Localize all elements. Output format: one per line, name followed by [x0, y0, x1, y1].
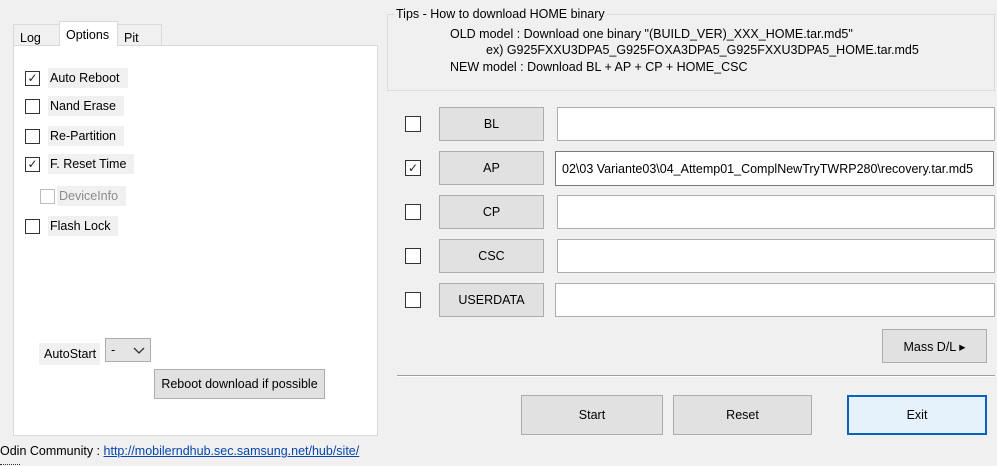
reset-button-label: Reset — [726, 408, 759, 422]
csc-path-field[interactable] — [557, 239, 995, 273]
flash-lock-label: Flash Lock — [48, 216, 119, 236]
reboot-download-button-label: Reboot download if possible — [161, 377, 318, 391]
tab-pit[interactable]: Pit — [117, 24, 162, 46]
community-link[interactable]: http://mobilerndhub.sec.samsung.net/hub/… — [104, 444, 360, 458]
csc-button-label: CSC — [478, 249, 505, 263]
auto-reboot-label: Auto Reboot — [48, 68, 128, 88]
userdata-path-field[interactable] — [555, 283, 995, 317]
ap-checkbox[interactable]: ✓ — [405, 160, 421, 176]
chevron-down-icon — [133, 347, 145, 354]
check-icon: ✓ — [407, 161, 419, 175]
exit-button[interactable]: Exit — [847, 395, 987, 435]
csc-checkbox[interactable] — [405, 248, 421, 264]
re-partition-label: Re-Partition — [48, 126, 124, 146]
tips-title: Tips - How to download HOME binary — [394, 7, 607, 21]
bl-path-field[interactable] — [557, 107, 995, 141]
auto-reboot-option[interactable]: ✓ Auto Reboot — [25, 67, 128, 89]
tip-line-example: ex) G925FXXU3DPA5_G925FOXA3DPA5_G925FXXU… — [486, 43, 919, 57]
nand-erase-option[interactable]: Nand Erase — [25, 95, 125, 117]
tip-line-old-model: OLD model : Download one binary "(BUILD_… — [450, 27, 853, 41]
check-icon: ✓ — [27, 71, 38, 85]
community-line: Odin Community : http://mobilerndhub.sec… — [0, 444, 359, 458]
auto-reboot-checkbox[interactable]: ✓ — [25, 70, 40, 86]
userdata-button-label: USERDATA — [458, 293, 525, 307]
reboot-download-button[interactable]: Reboot download if possible — [154, 369, 325, 399]
tab-options[interactable]: Options — [59, 21, 118, 46]
device-info-label: DeviceInfo — [57, 186, 127, 206]
ap-button[interactable]: AP — [439, 151, 544, 185]
start-button[interactable]: Start — [521, 395, 663, 435]
flash-lock-checkbox[interactable] — [25, 218, 40, 234]
exit-button-label: Exit — [906, 408, 928, 422]
f-reset-time-label: F. Reset Time — [48, 154, 135, 174]
mass-dl-button-label: Mass D/L ▸ — [903, 339, 966, 354]
start-button-label: Start — [578, 408, 606, 422]
ap-path-field[interactable]: 02\03 Variante03\04_Attemp01_ComplNewTry… — [555, 151, 994, 186]
ap-button-label: AP — [483, 161, 500, 175]
tab-pit-label: Pit — [124, 31, 139, 45]
bl-checkbox[interactable] — [405, 116, 421, 132]
nand-erase-label: Nand Erase — [48, 96, 125, 116]
flash-lock-option[interactable]: Flash Lock — [25, 215, 119, 237]
re-partition-checkbox[interactable] — [25, 128, 40, 144]
tab-options-label: Options — [66, 28, 110, 42]
mass-dl-button[interactable]: Mass D/L ▸ — [882, 329, 987, 363]
community-label: Odin Community : — [0, 444, 104, 458]
device-info-option: DeviceInfo — [40, 185, 127, 207]
tab-log-label: Log — [20, 31, 41, 45]
cp-checkbox[interactable] — [405, 204, 421, 220]
userdata-checkbox[interactable] — [405, 292, 421, 308]
userdata-button[interactable]: USERDATA — [439, 283, 544, 317]
autostart-select[interactable]: - — [105, 338, 151, 362]
device-info-checkbox — [40, 188, 55, 204]
autostart-label-text: AutoStart — [44, 347, 97, 361]
nand-erase-checkbox[interactable] — [25, 98, 40, 114]
community-link-overflow — [0, 461, 30, 466]
f-reset-time-checkbox[interactable]: ✓ — [25, 156, 40, 172]
cp-path-field[interactable] — [557, 195, 995, 229]
bl-button-label: BL — [483, 117, 500, 131]
bl-button[interactable]: BL — [439, 107, 544, 141]
tip-line-new-model: NEW model : Download BL + AP + CP + HOME… — [450, 60, 748, 74]
tab-log[interactable]: Log — [13, 24, 60, 46]
cp-button[interactable]: CP — [439, 195, 544, 229]
autostart-label: AutoStart — [39, 343, 101, 365]
f-reset-time-option[interactable]: ✓ F. Reset Time — [25, 153, 135, 175]
csc-button[interactable]: CSC — [439, 239, 544, 273]
autostart-selected-value: - — [111, 343, 116, 357]
re-partition-option[interactable]: Re-Partition — [25, 125, 124, 147]
separator-line — [397, 375, 995, 377]
cp-button-label: CP — [482, 205, 501, 219]
reset-button[interactable]: Reset — [673, 395, 812, 435]
ap-path-value: 02\03 Variante03\04_Attemp01_ComplNewTry… — [562, 161, 974, 176]
check-icon: ✓ — [27, 157, 38, 171]
